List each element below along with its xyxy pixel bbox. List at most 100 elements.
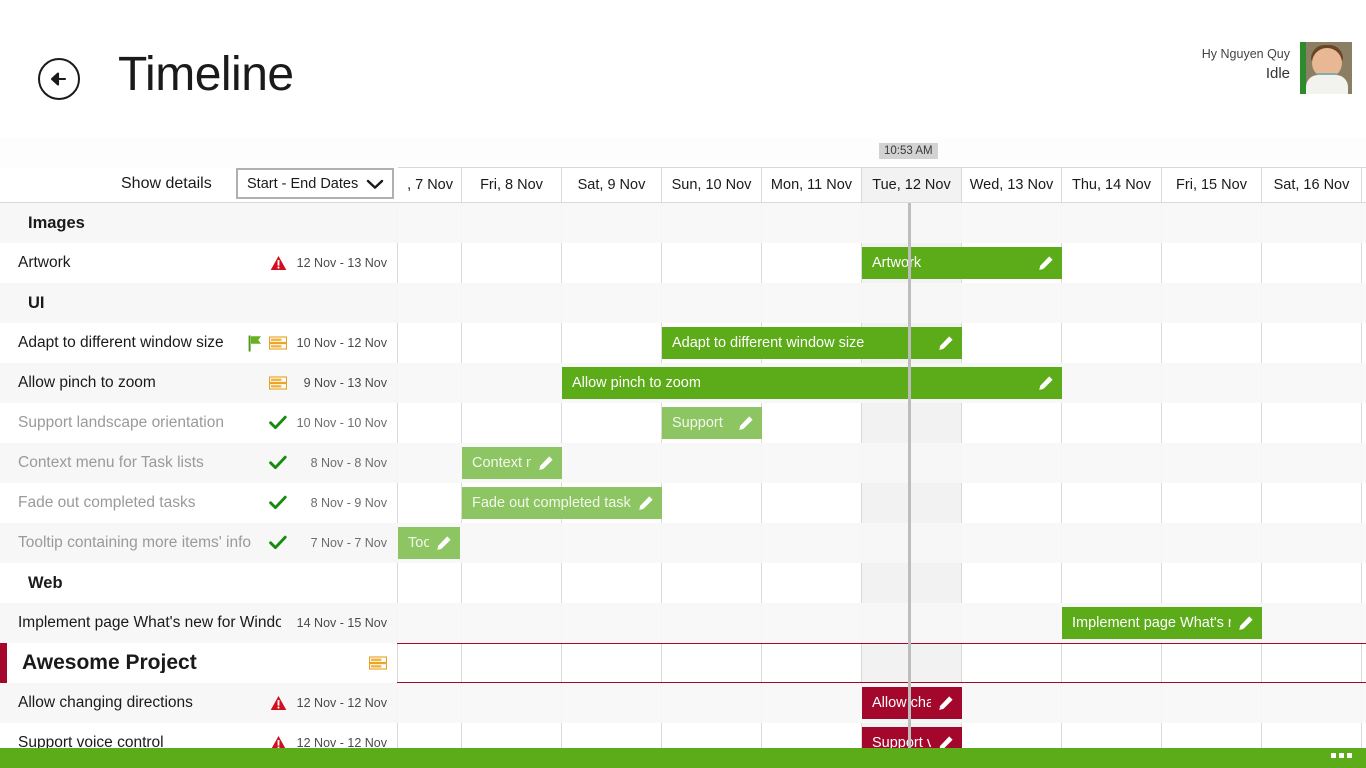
row-label: Support landscape orientation	[18, 414, 224, 431]
app-bar	[0, 748, 1366, 768]
notes-icon	[269, 336, 287, 350]
flag-icon	[248, 335, 261, 351]
project-accent-bar	[0, 643, 7, 683]
show-details-select[interactable]: Start - End Dates	[236, 168, 394, 199]
edit-pencil-icon[interactable]	[537, 455, 554, 472]
timeline-rows: Images Artwork 12 Nov - 13 Nov Artwork UI Ada…	[0, 203, 1366, 748]
row-date-range: 14 Nov - 15 Nov	[296, 616, 387, 630]
timeline-app: Timeline Hy Nguyen Quy Idle Show details…	[0, 0, 1366, 768]
back-button[interactable]	[38, 58, 80, 100]
gantt-bar[interactable]: Fade out completed tasks	[462, 487, 662, 519]
row-left-cell[interactable]: Images	[0, 203, 397, 243]
show-details-value: Start - End Dates	[247, 175, 359, 192]
ellipsis-icon[interactable]	[1331, 753, 1352, 758]
row-left-cell[interactable]: Awesome Project	[0, 643, 397, 683]
row-left-cell[interactable]: Adapt to different window size 10 Nov - 1…	[0, 323, 397, 363]
project-header-row[interactable]: Awesome Project	[0, 643, 1366, 683]
gantt-bar[interactable]: Tooltip containing more items' info	[398, 527, 460, 559]
row-date-range: 10 Nov - 12 Nov	[296, 336, 387, 350]
edit-pencil-icon[interactable]	[937, 335, 954, 352]
notes-icon	[369, 656, 387, 670]
row-date-range: 9 Nov - 13 Nov	[303, 376, 387, 390]
gantt-bar[interactable]: Artwork	[862, 247, 1062, 279]
gantt-bar[interactable]: Support voice control	[862, 727, 962, 748]
row-left-cell[interactable]: Implement page What's new for Window 14 N…	[0, 603, 397, 643]
row-date-range: 8 Nov - 9 Nov	[310, 496, 387, 510]
edit-pencil-icon[interactable]	[937, 735, 954, 749]
day-column-header: Fri, 15 Nov	[1162, 168, 1262, 202]
gantt-bar[interactable]: Allow changing directions	[862, 687, 962, 719]
row-label: Artwork	[18, 254, 71, 271]
presence-indicator	[1300, 42, 1306, 94]
row-left-cell[interactable]: Support landscape orientation 10 Nov - 10…	[0, 403, 397, 443]
row-left-cell[interactable]: Support voice control 12 Nov - 12 Nov	[0, 723, 397, 748]
row-left-cell[interactable]: Artwork 12 Nov - 13 Nov	[0, 243, 397, 283]
gantt-bar[interactable]: Allow pinch to zoom	[562, 367, 1062, 399]
back-arrow-icon	[50, 72, 67, 86]
edit-pencil-icon[interactable]	[1037, 375, 1054, 392]
project-divider-bottom	[397, 682, 1366, 683]
alert-icon	[270, 696, 287, 710]
group-header-row[interactable]: UI	[0, 283, 1366, 323]
row-left-cell[interactable]: UI	[0, 283, 397, 323]
gantt-bar[interactable]: Adapt to different window size	[662, 327, 962, 359]
gantt-bar-label: Context menu for Task lists	[472, 455, 531, 471]
edit-pencil-icon[interactable]	[1237, 615, 1254, 632]
row-label: UI	[28, 294, 45, 312]
row-left-cell[interactable]: Tooltip containing more items' info 7 Nov…	[0, 523, 397, 563]
check-icon	[269, 415, 287, 430]
task-row[interactable]: Adapt to different window size 10 Nov - 1…	[0, 323, 1366, 363]
task-row[interactable]: Context menu for Task lists 8 Nov - 8 Nov…	[0, 443, 1366, 483]
row-label: Implement page What's new for Window	[18, 614, 281, 631]
gantt-bar-label: Allow changing directions	[872, 695, 931, 711]
task-row[interactable]: Allow changing directions 12 Nov - 12 Nov…	[0, 683, 1366, 723]
toolbar	[0, 138, 1366, 168]
day-column-header: Sat, 9 Nov	[562, 168, 662, 202]
edit-pencil-icon[interactable]	[1037, 255, 1054, 272]
row-label: Allow changing directions	[18, 694, 193, 711]
row-status-icons	[269, 455, 287, 471]
gantt-bar[interactable]: Context menu for Task lists	[462, 447, 562, 479]
group-header-row[interactable]: Images	[0, 203, 1366, 243]
alert-icon	[270, 256, 287, 270]
row-status-icons	[269, 415, 287, 431]
show-details-label: Show details	[121, 175, 212, 192]
task-row[interactable]: Implement page What's new for Window 14 N…	[0, 603, 1366, 643]
edit-pencil-icon[interactable]	[637, 495, 654, 512]
check-icon	[269, 455, 287, 470]
task-row[interactable]: Support landscape orientation 10 Nov - 10…	[0, 403, 1366, 443]
task-row[interactable]: Fade out completed tasks 8 Nov - 9 Nov Fad…	[0, 483, 1366, 523]
task-row[interactable]: Allow pinch to zoom 9 Nov - 13 Nov Allow p…	[0, 363, 1366, 403]
user-block[interactable]: Hy Nguyen Quy Idle	[1202, 42, 1352, 94]
gantt-bar[interactable]: Implement page What's new for Windows	[1062, 607, 1262, 639]
day-column-header: Mon, 11 Nov	[762, 168, 862, 202]
row-date-range: 7 Nov - 7 Nov	[310, 536, 387, 550]
row-left-cell[interactable]: Context menu for Task lists 8 Nov - 8 Nov	[0, 443, 397, 483]
row-status-icons	[269, 376, 287, 390]
row-left-cell[interactable]: Web	[0, 563, 397, 603]
edit-pencil-icon[interactable]	[937, 695, 954, 712]
alert-icon	[271, 736, 286, 748]
edit-pencil-icon[interactable]	[737, 415, 754, 432]
row-label: Fade out completed tasks	[18, 494, 196, 511]
row-label: Tooltip containing more items' info	[18, 534, 251, 551]
row-date-range: 8 Nov - 8 Nov	[310, 456, 387, 470]
task-row[interactable]: Tooltip containing more items' info 7 Nov…	[0, 523, 1366, 563]
user-name: Hy Nguyen Quy	[1201, 47, 1290, 61]
edit-pencil-icon[interactable]	[435, 535, 452, 552]
group-header-row[interactable]: Web	[0, 563, 1366, 603]
gantt-bar-label: Support voice control	[872, 735, 931, 748]
row-label: Context menu for Task lists	[18, 454, 204, 471]
notes-icon	[269, 376, 287, 390]
row-left-cell[interactable]: Allow changing directions 12 Nov - 12 Nov	[0, 683, 397, 723]
task-row[interactable]: Support voice control 12 Nov - 12 Nov Supp…	[0, 723, 1366, 748]
gantt-bar-label: Artwork	[872, 255, 922, 271]
gantt-bar[interactable]: Support	[662, 407, 762, 439]
row-date-range: 12 Nov - 12 Nov	[296, 696, 387, 710]
avatar[interactable]	[1300, 42, 1352, 94]
row-left-cell[interactable]: Fade out completed tasks 8 Nov - 9 Nov	[0, 483, 397, 523]
day-column-header: Wed, 13 Nov	[962, 168, 1062, 202]
row-left-cell[interactable]: Allow pinch to zoom 9 Nov - 13 Nov	[0, 363, 397, 403]
row-label: Allow pinch to zoom	[18, 374, 156, 391]
task-row[interactable]: Artwork 12 Nov - 13 Nov Artwork	[0, 243, 1366, 283]
